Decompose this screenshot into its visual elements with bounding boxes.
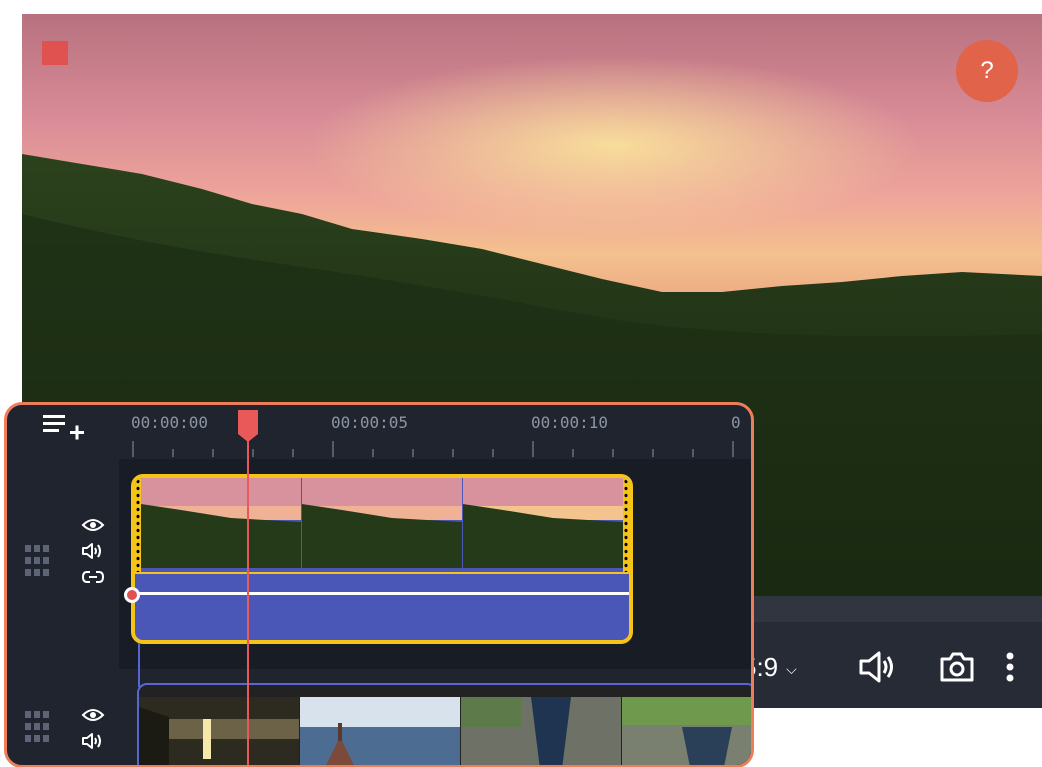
playhead-handle[interactable] bbox=[238, 410, 258, 442]
eye-icon[interactable] bbox=[81, 705, 105, 725]
clip-thumbnail bbox=[622, 697, 751, 765]
video-editor-screenshot: ? 5:9 ⌵ 00:00:00 00:00:05 00:00:10 0 bbox=[0, 0, 1042, 767]
clip-thumbnail bbox=[302, 478, 462, 568]
more-vertical-icon[interactable] bbox=[1000, 648, 1020, 686]
timeline-panel: 00:00:00 00:00:05 00:00:10 0 bbox=[4, 402, 754, 767]
add-track-icon[interactable] bbox=[43, 411, 91, 441]
record-indicator bbox=[42, 41, 68, 65]
clip-thumbnail bbox=[139, 697, 299, 765]
clip-audio-waveform bbox=[135, 572, 629, 640]
clip-thumbnail bbox=[463, 478, 623, 568]
overlay-thumbnails bbox=[139, 697, 751, 765]
volume-icon[interactable] bbox=[857, 648, 897, 686]
grip-icon[interactable] bbox=[25, 545, 49, 577]
volume-icon[interactable] bbox=[81, 541, 105, 561]
clip-thumbnail bbox=[141, 478, 301, 568]
clip-thumbnail bbox=[461, 697, 621, 765]
overlay-connector-line bbox=[138, 643, 140, 687]
ruler-ticks bbox=[132, 441, 734, 457]
overlay-video-clip[interactable] bbox=[137, 683, 751, 765]
volume-keyframe-handle[interactable] bbox=[124, 587, 140, 603]
clip-thumbnails bbox=[141, 478, 623, 568]
volume-envelope-line[interactable] bbox=[135, 592, 629, 595]
eye-icon[interactable] bbox=[81, 515, 105, 535]
grip-icon[interactable] bbox=[25, 711, 49, 743]
volume-icon[interactable] bbox=[81, 731, 105, 751]
overlay-track-controls bbox=[21, 701, 107, 761]
link-icon[interactable] bbox=[81, 567, 105, 587]
camera-icon[interactable] bbox=[937, 648, 977, 686]
main-track-controls bbox=[21, 515, 107, 605]
chevron-down-icon: ⌵ bbox=[786, 660, 797, 677]
main-video-clip[interactable] bbox=[131, 474, 633, 644]
help-button[interactable]: ? bbox=[956, 40, 1018, 102]
timeline-ruler[interactable]: 00:00:00 00:00:05 00:00:10 0 bbox=[127, 405, 751, 459]
clip-thumbnail bbox=[300, 697, 460, 765]
